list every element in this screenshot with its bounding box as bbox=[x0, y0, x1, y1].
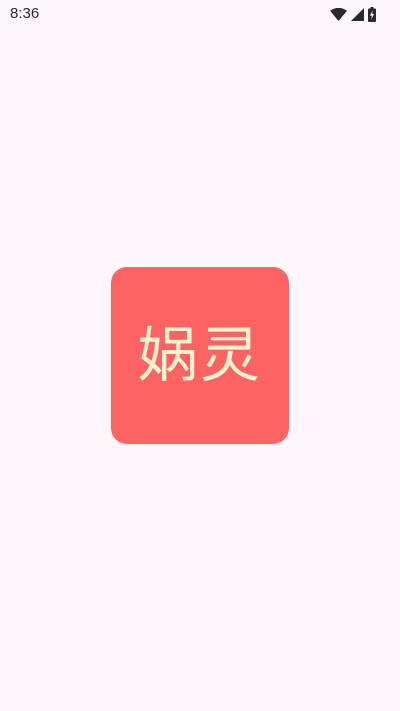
app-logo: 娲灵 bbox=[111, 267, 289, 444]
wifi-icon bbox=[330, 7, 347, 21]
status-icons bbox=[330, 6, 376, 22]
battery-charging-icon bbox=[368, 6, 376, 22]
cellular-signal-icon bbox=[351, 7, 364, 21]
status-bar: 8:36 bbox=[0, 0, 400, 28]
status-time: 8:36 bbox=[10, 5, 40, 22]
app-logo-text: 娲灵 bbox=[138, 320, 262, 391]
